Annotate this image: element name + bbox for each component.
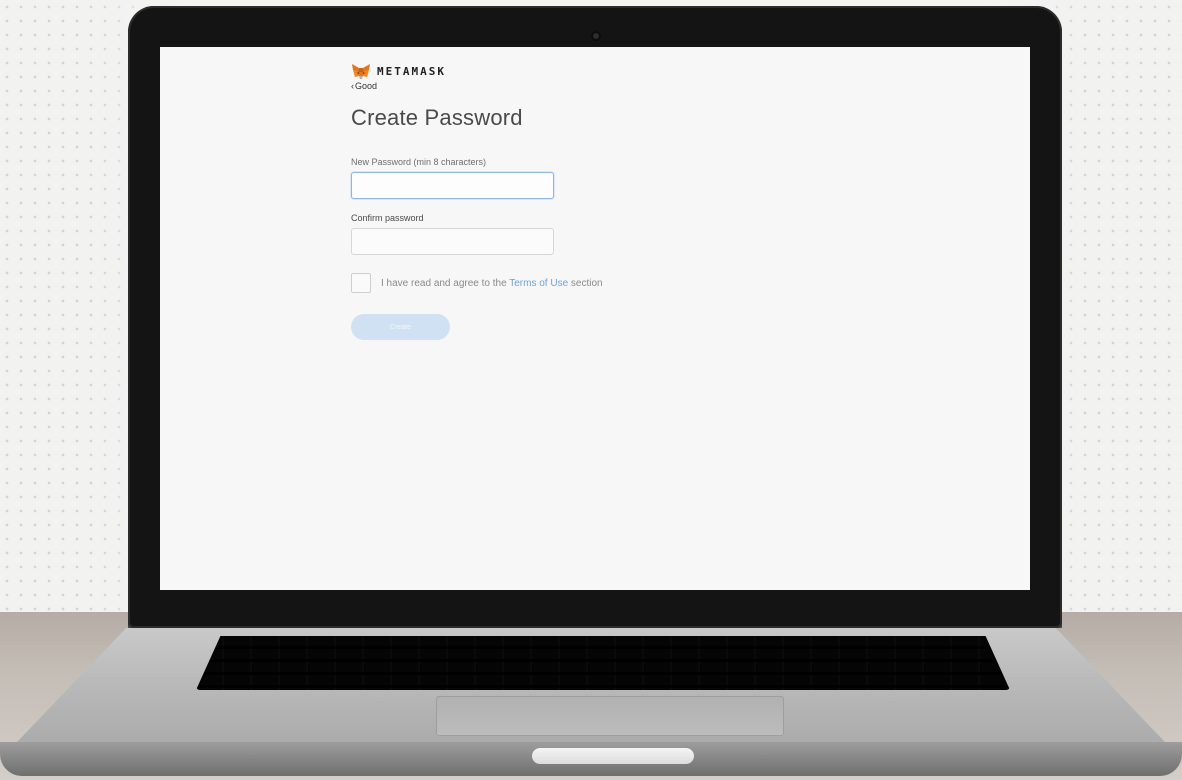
terms-prefix: I have read and agree to the — [381, 277, 510, 289]
terms-text: I have read and agree to the Terms of Us… — [381, 278, 603, 289]
brand-name: METAMASK — [377, 65, 446, 78]
confirm-password-label: Confirm password — [351, 213, 424, 223]
page-title: Create Password — [351, 105, 523, 130]
laptop-touchpad — [436, 696, 784, 736]
laptop-keyboard — [196, 636, 1010, 690]
chevron-left-icon: ‹ — [351, 80, 354, 91]
new-password-label: New Password (min 8 characters) — [351, 157, 487, 167]
back-link[interactable]: ‹ Good — [351, 81, 377, 91]
laptop-lid-notch — [532, 748, 694, 764]
terms-checkbox[interactable] — [351, 273, 371, 293]
create-button[interactable]: Create — [351, 314, 450, 340]
back-link-label: Good — [355, 81, 378, 91]
webcam-icon — [591, 31, 601, 41]
metamask-fox-icon — [352, 64, 370, 79]
confirm-password-input[interactable] — [351, 228, 554, 255]
laptop-screen: METAMASK ‹ Good Create Password New Pass… — [160, 47, 1030, 590]
terms-suffix: section — [568, 277, 603, 289]
terms-agreement-row: I have read and agree to the Terms of Us… — [351, 273, 603, 293]
terms-of-use-link[interactable]: Terms of Use — [509, 278, 568, 289]
new-password-input[interactable] — [351, 172, 554, 199]
brand-logo: METAMASK — [351, 63, 446, 80]
